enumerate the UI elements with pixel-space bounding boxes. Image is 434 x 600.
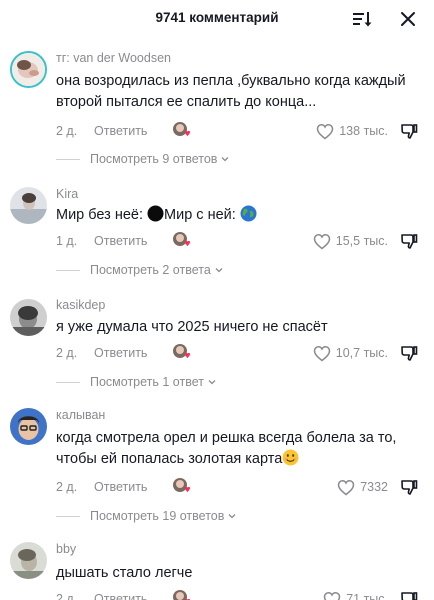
chevron-down-icon — [215, 268, 223, 273]
view-replies-label: Посмотреть 9 ответов — [90, 152, 218, 166]
like-count: 10,7 тыс. — [335, 346, 388, 360]
view-replies-button[interactable]: Посмотреть 1 ответ — [56, 374, 217, 390]
like-button[interactable]: 10,7 тыс. — [313, 344, 388, 362]
avatar[interactable] — [10, 542, 47, 579]
chevron-down-icon — [208, 380, 216, 385]
comment-time: 2 д. — [56, 124, 78, 138]
reply-button[interactable]: Ответить — [94, 480, 147, 494]
creator-liked-avatar — [173, 232, 190, 247]
comment-text-part: Мир с ней: — [164, 207, 240, 223]
view-replies-label: Посмотреть 1 ответ — [90, 375, 204, 389]
avatar[interactable] — [10, 299, 47, 336]
comment-text: дышать стало легче — [56, 565, 193, 581]
like-button[interactable]: 138 тыс. — [316, 122, 388, 140]
replies-divider — [56, 515, 80, 517]
smiling-face-icon — [282, 449, 299, 466]
creator-liked-avatar — [173, 590, 190, 600]
globe-icon — [240, 205, 257, 222]
like-count: 7332 — [360, 480, 388, 494]
like-button[interactable]: 71 тыс. — [323, 590, 388, 600]
comment-meta: 2 д. Ответить 10,7 тыс. — [56, 343, 426, 363]
chevron-down-icon — [221, 157, 229, 162]
heart-outline-icon — [337, 479, 355, 495]
comment-meta: 1 д. Ответить 15,5 тыс. — [56, 231, 426, 251]
thumbs-down-outline-icon[interactable] — [400, 122, 418, 140]
comment-item: Kira Мир без неё: Мир с ней: 1 д. Ответи… — [0, 183, 434, 288]
like-count: 138 тыс. — [339, 124, 388, 138]
heart-outline-icon — [313, 233, 331, 249]
view-replies-button[interactable]: Посмотреть 19 ответов — [56, 508, 237, 524]
avatar[interactable] — [10, 187, 47, 224]
comment-username[interactable]: Kira — [56, 187, 78, 201]
thumbs-down-outline-icon[interactable] — [400, 590, 418, 600]
heart-outline-icon — [316, 123, 334, 139]
comment-meta: 2 д. Ответить 7332 — [56, 477, 426, 497]
chevron-down-icon — [228, 514, 236, 519]
reply-button[interactable]: Ответить — [94, 124, 147, 138]
comment-meta: 2 д. Ответить 71 тыс. — [56, 589, 426, 600]
black-circle-icon — [147, 205, 164, 222]
view-replies-button[interactable]: Посмотреть 2 ответа — [56, 262, 224, 278]
comment-username[interactable]: тг: van der Woodsen — [56, 51, 171, 65]
view-replies-button[interactable]: Посмотреть 9 ответов — [56, 151, 230, 167]
thumbs-down-outline-icon[interactable] — [400, 344, 418, 362]
avatar[interactable] — [10, 51, 47, 88]
comment-text: когда смотрела орел и решка всегда болел… — [56, 428, 416, 470]
creator-liked-avatar — [173, 478, 190, 493]
thumbs-down-outline-icon[interactable] — [400, 232, 418, 250]
view-replies-label: Посмотреть 19 ответов — [90, 509, 225, 523]
comment-item: калыван когда смотрела орел и решка всег… — [0, 406, 434, 531]
comments-header: 9741 комментарий — [0, 0, 434, 38]
close-icon[interactable] — [399, 10, 417, 28]
comment-username[interactable]: kasikdep — [56, 298, 105, 312]
comment-item: тг: van der Woodsen она возродилась из п… — [0, 45, 434, 175]
comment-text-body: когда смотрела орел и решка всегда болел… — [56, 430, 397, 467]
comment-text-part: Мир без неё: — [56, 207, 148, 223]
heart-outline-icon — [313, 345, 331, 361]
comment-text: она возродилась из пепла ,буквально когд… — [56, 73, 406, 110]
comment-time: 2 д. — [56, 346, 78, 360]
comment-time: 2 д. — [56, 480, 78, 494]
like-button[interactable]: 15,5 тыс. — [313, 232, 388, 250]
reply-button[interactable]: Ответить — [94, 234, 147, 248]
heart-outline-icon — [323, 591, 341, 600]
creator-liked-avatar — [173, 122, 190, 137]
comment-text: я уже думала что 2025 ничего не спасёт — [56, 319, 328, 335]
comment-text: Мир без неё: Мир с ней: — [56, 205, 416, 226]
thumbs-down-outline-icon[interactable] — [400, 478, 418, 496]
reply-button[interactable]: Ответить — [94, 592, 147, 600]
reply-button[interactable]: Ответить — [94, 346, 147, 360]
replies-divider — [56, 269, 80, 271]
comment-username[interactable]: калыван — [56, 408, 105, 422]
like-count: 71 тыс. — [346, 592, 388, 600]
replies-divider — [56, 381, 80, 383]
like-button[interactable]: 7332 — [337, 478, 388, 496]
sort-icon[interactable] — [352, 9, 372, 29]
replies-divider — [56, 158, 80, 160]
avatar[interactable] — [10, 408, 47, 445]
creator-liked-avatar — [173, 344, 190, 359]
comment-item: bby дышать стало легче 2 д. Ответить 71 … — [0, 539, 434, 600]
comment-item: kasikdep я уже думала что 2025 ничего не… — [0, 295, 434, 395]
comment-time: 2 д. — [56, 592, 78, 600]
comment-meta: 2 д. Ответить 138 тыс. — [56, 121, 426, 141]
comment-time: 1 д. — [56, 234, 78, 248]
like-count: 15,5 тыс. — [335, 234, 388, 248]
comment-username[interactable]: bby — [56, 542, 76, 556]
view-replies-label: Посмотреть 2 ответа — [90, 263, 211, 277]
